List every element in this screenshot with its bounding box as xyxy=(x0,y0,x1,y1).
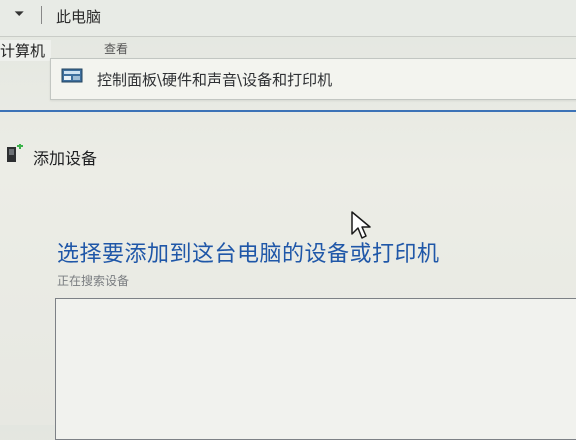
ribbon-tab-computer[interactable]: 计算机 xyxy=(0,40,52,61)
instruction-heading: 选择要添加到这台电脑的设备或打印机 xyxy=(57,242,440,267)
device-list[interactable] xyxy=(55,298,576,440)
titlebar-separator xyxy=(41,6,42,24)
quick-access-dropdown-icon[interactable]: ⏷ xyxy=(14,7,24,22)
add-device-icon xyxy=(7,144,23,162)
window-title: 此电脑 xyxy=(56,8,102,26)
address-path[interactable]: 控制面板\硬件和声音\设备和打印机 xyxy=(97,69,332,90)
dialog-header-divider xyxy=(0,110,576,112)
ribbon-tab-view[interactable]: 查看 xyxy=(104,40,128,57)
search-status: 正在搜索设备 xyxy=(57,274,130,288)
address-bar[interactable]: 控制面板\硬件和声音\设备和打印机 xyxy=(50,58,576,100)
window-titlebar: ⏷ 此电脑 xyxy=(0,0,576,37)
dialog-title: 添加设备 xyxy=(33,149,98,168)
control-panel-icon xyxy=(61,68,83,83)
